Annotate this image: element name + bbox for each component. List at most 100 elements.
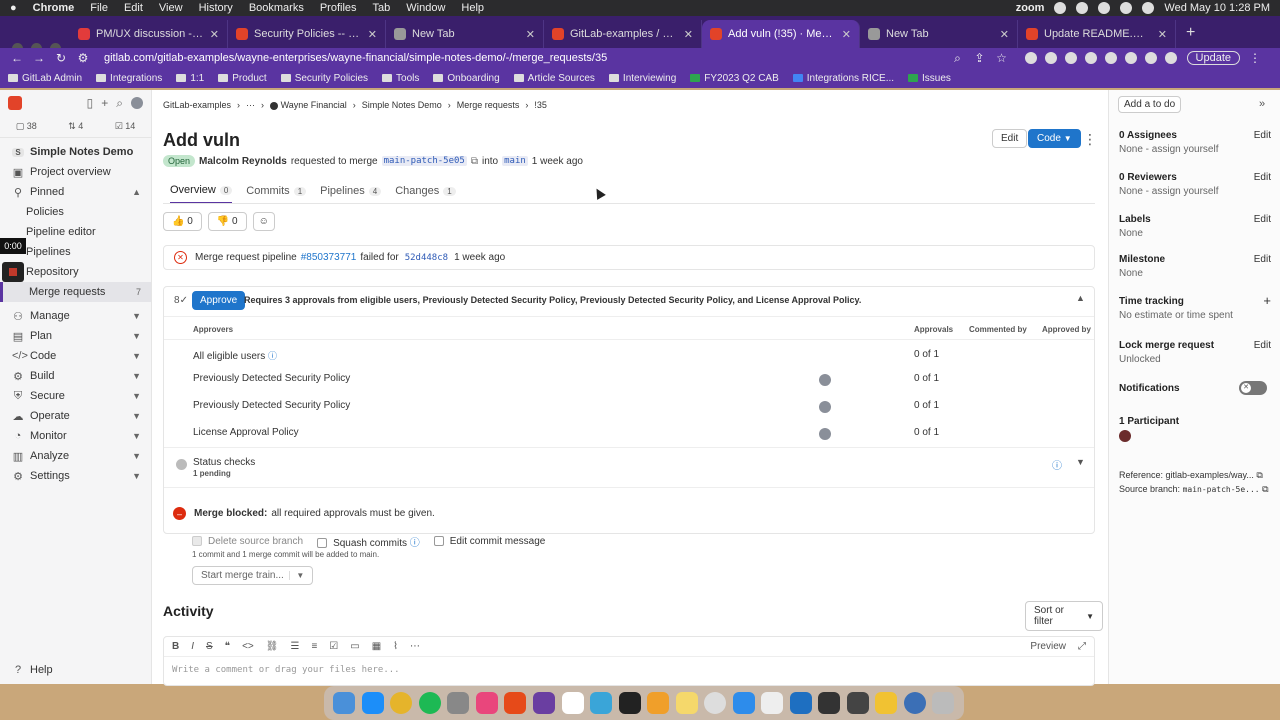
numbered-list-icon[interactable]: ≡ bbox=[311, 641, 317, 652]
app-icon[interactable] bbox=[846, 692, 869, 714]
bookmark[interactable]: Security Policies bbox=[280, 73, 368, 84]
edit-commit-message-checkbox[interactable]: Edit commit message bbox=[433, 536, 545, 547]
chrome-icon[interactable] bbox=[390, 692, 413, 714]
source-branch[interactable]: main-patch-5e05 bbox=[381, 156, 467, 166]
approver-avatar[interactable] bbox=[819, 401, 831, 413]
browser-tab-active[interactable]: Add vuln (!35) · Merge request✕ bbox=[702, 20, 860, 48]
bookmark[interactable]: Integrations bbox=[96, 73, 162, 84]
zoom-icon[interactable] bbox=[732, 692, 755, 714]
collapse-sidebar-icon[interactable]: » bbox=[1259, 98, 1265, 110]
menu-history[interactable]: History bbox=[199, 2, 233, 14]
close-icon[interactable]: ✕ bbox=[1158, 28, 1167, 41]
chevron-down-icon[interactable]: ▼ bbox=[289, 571, 304, 580]
menu-bookmarks[interactable]: Bookmarks bbox=[249, 2, 304, 14]
tray-icon[interactable] bbox=[1076, 2, 1089, 14]
forward-icon[interactable]: → bbox=[32, 51, 46, 65]
chevron-down-icon[interactable]: ▼ bbox=[1076, 457, 1085, 467]
bookmark[interactable]: Onboarding bbox=[433, 73, 500, 84]
menu-window[interactable]: Window bbox=[406, 2, 445, 14]
help-icon[interactable]: ⓘ bbox=[410, 538, 420, 549]
vscode-icon[interactable] bbox=[789, 692, 812, 714]
browser-tab[interactable]: GitLab-examples / Wayne Ente✕ bbox=[544, 20, 702, 48]
squash-checkbox[interactable]: Squash commits ⓘ bbox=[317, 534, 420, 549]
nav-secure[interactable]: ⛨ Secure ▼ bbox=[0, 386, 151, 406]
bookmark[interactable]: GitLab Admin bbox=[8, 73, 82, 84]
edit-assignees-button[interactable]: Edit bbox=[1254, 130, 1271, 141]
help-link[interactable]: ? Help bbox=[0, 660, 53, 680]
edit-reviewers-button[interactable]: Edit bbox=[1254, 172, 1271, 183]
extension-icon[interactable] bbox=[1144, 52, 1157, 64]
add-time-button[interactable]: + bbox=[1263, 294, 1271, 307]
strikethrough-icon[interactable]: S bbox=[206, 641, 213, 652]
commit-link[interactable]: 52d448c8 bbox=[403, 253, 450, 263]
profile-avatar[interactable] bbox=[1164, 52, 1177, 64]
edit-lock-button[interactable]: Edit bbox=[1254, 340, 1271, 351]
bookmark[interactable]: Interviewing bbox=[608, 73, 676, 84]
chevron-up-icon[interactable]: ▲ bbox=[1076, 293, 1085, 303]
recording-stop-button[interactable] bbox=[2, 262, 24, 282]
bullet-list-icon[interactable]: ☰ bbox=[290, 641, 299, 652]
trash-icon[interactable] bbox=[932, 692, 955, 714]
user-avatar[interactable] bbox=[131, 97, 143, 109]
app-icon[interactable] bbox=[504, 692, 527, 714]
extension-icon[interactable] bbox=[1024, 52, 1037, 64]
breadcrumb-current[interactable]: !35 bbox=[534, 100, 547, 110]
assign-yourself-link[interactable]: None - assign yourself bbox=[1119, 144, 1271, 155]
app-menu[interactable]: Chrome bbox=[33, 2, 75, 14]
spotify-icon[interactable] bbox=[418, 692, 441, 714]
task-list-icon[interactable]: ☑ bbox=[329, 641, 338, 652]
bookmark[interactable]: Integrations RICE... bbox=[792, 73, 894, 84]
bookmark[interactable]: FY2023 Q2 CAB bbox=[690, 73, 779, 84]
nav-pinned[interactable]: ⚲ Pinned ▲ bbox=[0, 182, 151, 202]
notion-icon[interactable] bbox=[561, 692, 584, 714]
approve-button[interactable]: Approve bbox=[192, 291, 246, 310]
attach-icon[interactable]: ⌇ bbox=[393, 641, 398, 652]
settings-icon[interactable] bbox=[447, 692, 470, 714]
nav-operate[interactable]: ☁ Operate ▼ bbox=[0, 406, 151, 426]
bookmark-star-icon[interactable]: ☆ bbox=[995, 51, 1009, 65]
tray-icon[interactable] bbox=[1098, 2, 1111, 14]
breadcrumb-ellipsis[interactable]: ··· bbox=[246, 100, 255, 110]
author-link[interactable]: Malcolm Reynolds bbox=[199, 156, 287, 167]
nav-policies[interactable]: Policies bbox=[0, 202, 151, 222]
more-icon[interactable]: ⋯ bbox=[410, 641, 420, 652]
extension-icon[interactable] bbox=[1064, 52, 1077, 64]
menu-tab[interactable]: Tab bbox=[373, 2, 391, 14]
link-icon[interactable]: ⛓ bbox=[266, 641, 279, 652]
breadcrumb-item[interactable]: Merge requests bbox=[457, 100, 520, 110]
code-dropdown-button[interactable]: Code ▼ bbox=[1028, 129, 1081, 148]
browser-tab[interactable]: PM/UX discussion -- Enable Er✕ bbox=[70, 20, 228, 48]
slack-icon[interactable] bbox=[475, 692, 498, 714]
app-store-icon[interactable] bbox=[361, 692, 384, 714]
approver-avatar[interactable] bbox=[819, 374, 831, 386]
menu-edit[interactable]: Edit bbox=[124, 2, 143, 14]
apple-icon[interactable]: ● bbox=[10, 2, 17, 14]
copy-icon[interactable]: ⧉ bbox=[471, 156, 478, 167]
nav-merge-requests[interactable]: Merge requests 7 bbox=[0, 282, 151, 302]
close-icon[interactable]: ✕ bbox=[1000, 28, 1009, 41]
nav-manage[interactable]: ⚇ Manage ▼ bbox=[0, 306, 151, 326]
merge-requests-count[interactable]: ⇅ 4 bbox=[68, 121, 83, 132]
issues-count[interactable]: ▢ 38 bbox=[16, 121, 37, 132]
clock[interactable]: Wed May 10 1:28 PM bbox=[1164, 2, 1270, 14]
menu-view[interactable]: View bbox=[159, 2, 183, 14]
close-icon[interactable]: ✕ bbox=[210, 28, 219, 41]
tab-overview[interactable]: Overview 0 bbox=[170, 184, 233, 204]
target-branch[interactable]: main bbox=[502, 156, 528, 166]
thumbs-down-button[interactable]: 👎 0 bbox=[207, 212, 247, 231]
delete-source-checkbox[interactable]: Delete source branch bbox=[192, 536, 303, 547]
app-icon[interactable] bbox=[818, 692, 841, 714]
todos-count[interactable]: ☑ 14 bbox=[115, 121, 136, 132]
edit-button[interactable]: Edit bbox=[992, 129, 1028, 148]
tray-icon[interactable] bbox=[1120, 2, 1133, 14]
new-tab-button[interactable]: + bbox=[1186, 24, 1195, 42]
close-icon[interactable]: ✕ bbox=[684, 28, 693, 41]
kebab-menu-icon[interactable]: ⋮ bbox=[1248, 51, 1262, 65]
bold-icon[interactable]: B bbox=[172, 641, 179, 652]
app-icon[interactable] bbox=[532, 692, 555, 714]
edit-labels-button[interactable]: Edit bbox=[1254, 214, 1271, 225]
comment-textarea[interactable]: Write a comment or drag your files here.… bbox=[164, 657, 1094, 683]
add-reaction-button[interactable]: ☺ bbox=[252, 212, 275, 231]
extension-icon[interactable] bbox=[1084, 52, 1097, 64]
start-merge-train-button[interactable]: Start merge train... ▼ bbox=[192, 566, 314, 585]
